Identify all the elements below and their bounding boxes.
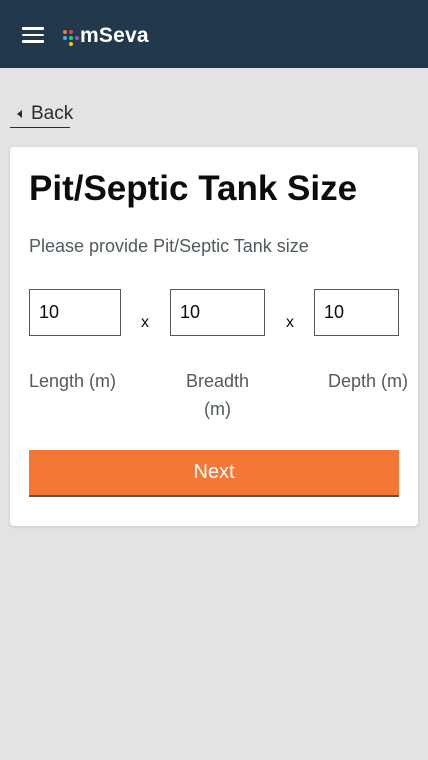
- logo-dots-icon: [63, 28, 79, 46]
- depth-input[interactable]: [314, 289, 399, 336]
- page-title: Pit/Septic Tank Size: [29, 169, 358, 208]
- tank-size-card: Pit/Septic Tank Size Please provide Pit/…: [10, 147, 418, 526]
- length-label: Length (m): [29, 371, 117, 391]
- hamburger-menu-icon[interactable]: [22, 27, 44, 43]
- logo-text: mSeva: [80, 24, 149, 47]
- app-header: mSeva: [0, 0, 428, 68]
- back-link[interactable]: Back: [10, 100, 74, 128]
- breadth-input[interactable]: [170, 289, 265, 336]
- multiply-symbol: x: [141, 314, 149, 331]
- depth-label: Depth (m): [327, 371, 408, 391]
- caret-left-icon: [17, 109, 22, 118]
- breadth-label: Breadth (m): [185, 371, 250, 419]
- app-logo: mSeva: [63, 23, 149, 49]
- next-button[interactable]: Next: [29, 450, 399, 497]
- multiply-symbol: x: [286, 314, 294, 331]
- back-label: Back: [31, 102, 74, 124]
- page-subtitle: Please provide Pit/Septic Tank size: [29, 236, 309, 256]
- length-input[interactable]: [29, 289, 121, 336]
